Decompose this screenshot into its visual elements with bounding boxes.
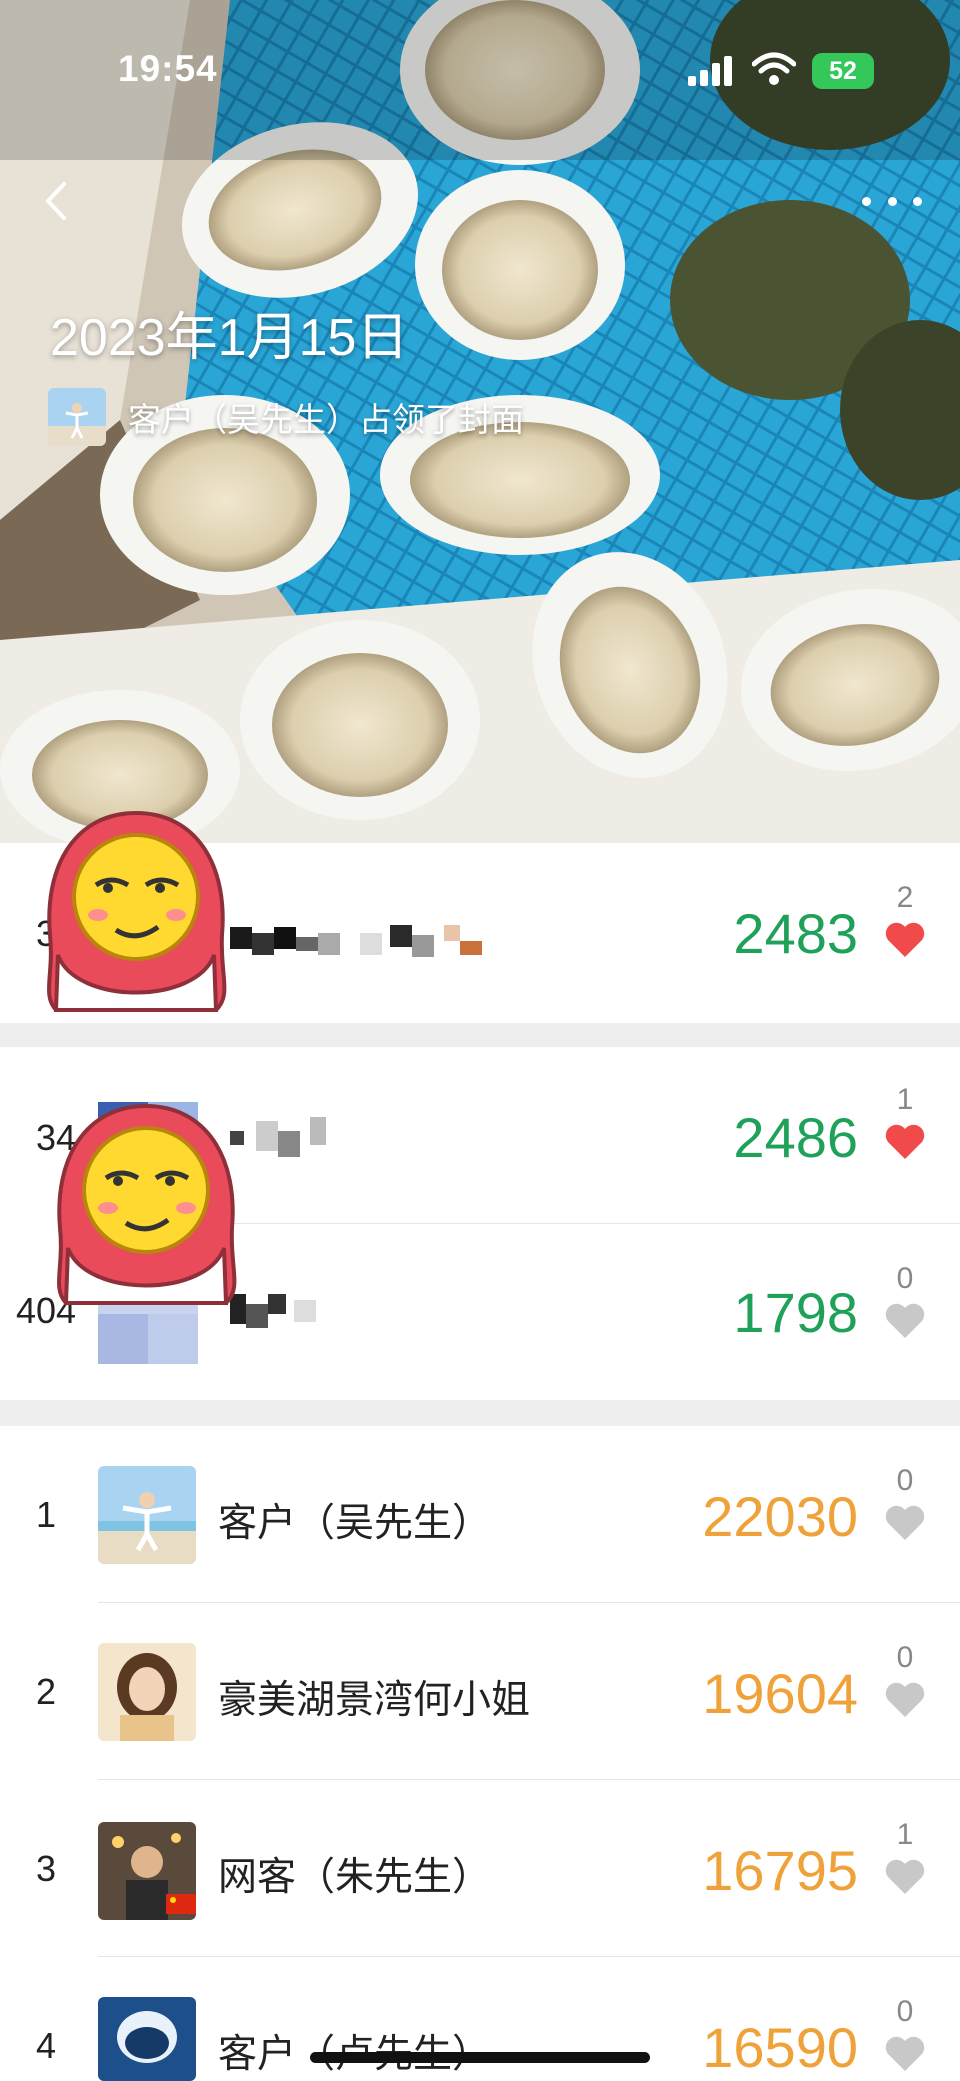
avatar[interactable] — [98, 1997, 196, 2081]
wifi-icon — [752, 52, 796, 85]
status-bar: 19:54 52 — [0, 0, 960, 140]
like-button[interactable]: 0 — [880, 1262, 930, 1340]
like-count: 2 — [896, 881, 914, 914]
pixelated-name — [230, 921, 500, 970]
heart-icon[interactable] — [884, 1681, 926, 1719]
list-item[interactable]: 3 网客（朱先生） 16795 1 — [0, 1780, 960, 1956]
like-button[interactable]: 0 — [880, 1464, 930, 1542]
user-name: 豪美湖景湾何小姐 — [218, 1679, 531, 1722]
heart-icon[interactable] — [884, 1858, 926, 1896]
pixelated-name — [230, 1290, 340, 1339]
status-time: 19:54 — [118, 48, 218, 89]
like-button[interactable]: 1 — [880, 1083, 930, 1161]
list-item[interactable]: 1 客户（吴先生） 22030 0 — [0, 1426, 960, 1602]
user-name: 客户（吴先生） — [218, 1502, 492, 1545]
avatar[interactable] — [98, 1466, 196, 1564]
cover-owner[interactable]: 客户（吴先生）占领了封面 — [48, 388, 524, 446]
avatar[interactable] — [98, 1822, 196, 1920]
step-count: 2486 — [733, 1106, 858, 1169]
heart-icon[interactable] — [884, 921, 926, 959]
section-gap — [0, 1023, 960, 1047]
battery-indicator: 52 — [812, 53, 874, 89]
section-gap — [0, 1400, 960, 1426]
like-count: 0 — [896, 1641, 914, 1674]
like-count: 0 — [896, 1262, 914, 1295]
like-button[interactable]: 1 — [880, 1818, 930, 1896]
rank-number: 1 — [36, 1494, 57, 1535]
step-count: 19604 — [702, 1662, 858, 1725]
like-count: 0 — [896, 1995, 914, 2028]
like-count: 0 — [896, 1464, 914, 1497]
cover-caption: 客户（吴先生）占领了封面 — [128, 401, 524, 438]
like-button[interactable]: 0 — [880, 1641, 930, 1719]
heart-icon[interactable] — [884, 1123, 926, 1161]
heart-icon[interactable] — [884, 1302, 926, 1340]
step-count: 16795 — [702, 1839, 858, 1902]
rank-number: 4 — [36, 2025, 57, 2066]
avatar[interactable] — [48, 388, 106, 446]
heart-icon[interactable] — [884, 1504, 926, 1542]
emoji-sticker — [46, 810, 227, 1012]
user-name: 网客（朱先生） — [218, 1856, 492, 1899]
like-button[interactable]: 2 — [880, 881, 930, 959]
heart-icon[interactable] — [884, 2035, 926, 2073]
like-button[interactable]: 0 — [880, 1995, 930, 2073]
rank-number: 3 — [36, 1848, 57, 1889]
step-count: 2483 — [733, 902, 858, 965]
like-count: 1 — [896, 1818, 914, 1851]
step-count: 1798 — [733, 1281, 858, 1344]
cover-image[interactable]: 19:54 52 2023年1月15日 客户（吴先生）占领了封面 — [0, 0, 960, 843]
user-name: 客户（卢先生） — [218, 2023, 491, 2079]
like-count: 1 — [896, 1083, 914, 1116]
emoji-sticker — [56, 1103, 237, 1305]
rank-number: 2 — [36, 1671, 57, 1712]
step-count: 16590 — [702, 2016, 858, 2079]
pixelated-name — [230, 1117, 350, 1166]
signal-icon — [688, 56, 732, 86]
avatar[interactable] — [98, 1643, 196, 1741]
more-dots-icon[interactable] — [862, 186, 922, 216]
list-item[interactable]: 2 豪美湖景湾何小姐 19604 0 — [0, 1603, 960, 1779]
step-count: 22030 — [702, 1485, 858, 1548]
chevron-left-icon[interactable] — [38, 178, 78, 224]
cover-date: 2023年1月15日 — [50, 309, 409, 367]
home-indicator[interactable] — [310, 2052, 650, 2063]
